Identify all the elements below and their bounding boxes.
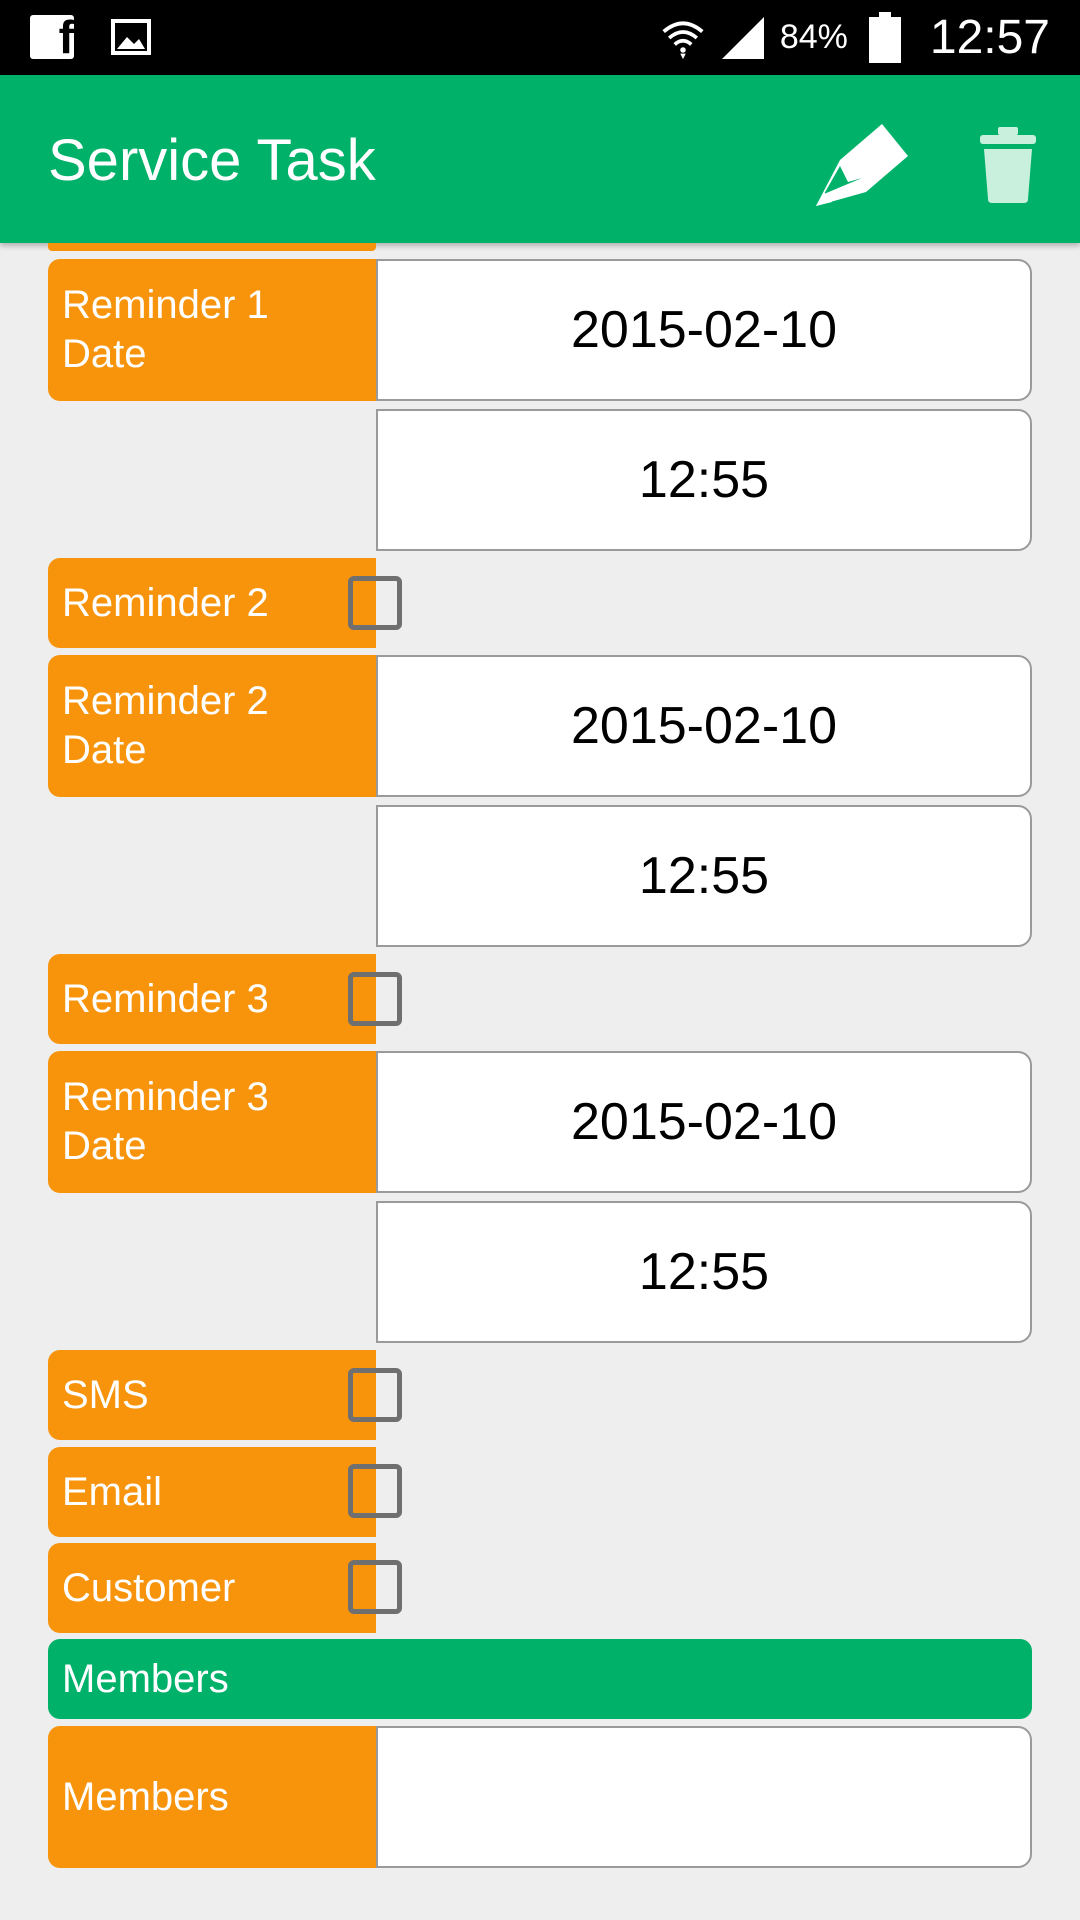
reminder2-date-label: Reminder 2 Date [48, 655, 376, 797]
customer-label: Customer [48, 1543, 376, 1633]
page-title: Service Task [48, 128, 376, 193]
sms-row: SMS [48, 1350, 1032, 1440]
battery-icon [862, 11, 908, 63]
edit-icon [816, 124, 908, 206]
app-bar: Service Task [0, 75, 1080, 243]
reminder2-row: Reminder 2 [48, 558, 1032, 648]
image-icon [108, 14, 154, 60]
reminder3-time-field[interactable]: 12:55 [376, 1201, 1032, 1343]
reminder2-date-field[interactable]: 2015-02-10 [376, 655, 1032, 797]
reminder3-date-row: Reminder 3 Date 2015-02-10 [48, 1051, 1032, 1193]
reminder3-row: Reminder 3 [48, 954, 1032, 1044]
reminder2-checkbox[interactable] [348, 576, 402, 630]
customer-row: Customer [48, 1543, 1032, 1633]
members-label: Members [48, 1726, 376, 1868]
members-field[interactable] [376, 1726, 1032, 1868]
reminder1-time-row: 12:55 [48, 409, 1032, 551]
edit-button[interactable] [812, 115, 912, 215]
status-system-icons: 84% 12:57 [660, 0, 1050, 75]
reminder1-date-row: Reminder 1 Date 2015-02-10 [48, 259, 1032, 401]
email-row: Email [48, 1447, 1032, 1537]
customer-checkbox[interactable] [348, 1560, 402, 1614]
members-section-header: Members [48, 1639, 1032, 1719]
status-bar: f 84% 12:57 [0, 0, 1080, 75]
reminder3-label: Reminder 3 [48, 954, 376, 1044]
previous-label-stub [48, 243, 376, 251]
reminder1-date-field[interactable]: 2015-02-10 [376, 259, 1032, 401]
reminder2-time-row: 12:55 [48, 805, 1032, 947]
delete-button[interactable] [958, 115, 1058, 215]
reminder3-checkbox[interactable] [348, 972, 402, 1026]
reminder1-time-field[interactable]: 12:55 [376, 409, 1032, 551]
email-checkbox[interactable] [348, 1464, 402, 1518]
wifi-icon [660, 15, 706, 61]
email-label: Email [48, 1447, 376, 1537]
status-clock: 12:57 [929, 11, 1050, 64]
battery-percent: 84% [779, 18, 848, 56]
members-row: Members [48, 1726, 1032, 1868]
facebook-icon: f [30, 15, 74, 59]
reminder2-label: Reminder 2 [48, 558, 376, 648]
trash-icon [980, 127, 1036, 203]
sms-label: SMS [48, 1350, 376, 1440]
reminder2-time-field[interactable]: 12:55 [376, 805, 1032, 947]
status-notification-icons: f [30, 12, 154, 62]
reminder3-date-field[interactable]: 2015-02-10 [376, 1051, 1032, 1193]
sms-checkbox[interactable] [348, 1368, 402, 1422]
reminder1-date-label: Reminder 1 Date [48, 259, 376, 401]
reminder3-date-label: Reminder 3 Date [48, 1051, 376, 1193]
reminder3-time-row: 12:55 [48, 1201, 1032, 1343]
signal-icon [720, 15, 766, 61]
reminder2-date-row: Reminder 2 Date 2015-02-10 [48, 655, 1032, 797]
form-content[interactable]: Reminder 1 Date 2015-02-10 12:55 Reminde… [0, 243, 1080, 1920]
